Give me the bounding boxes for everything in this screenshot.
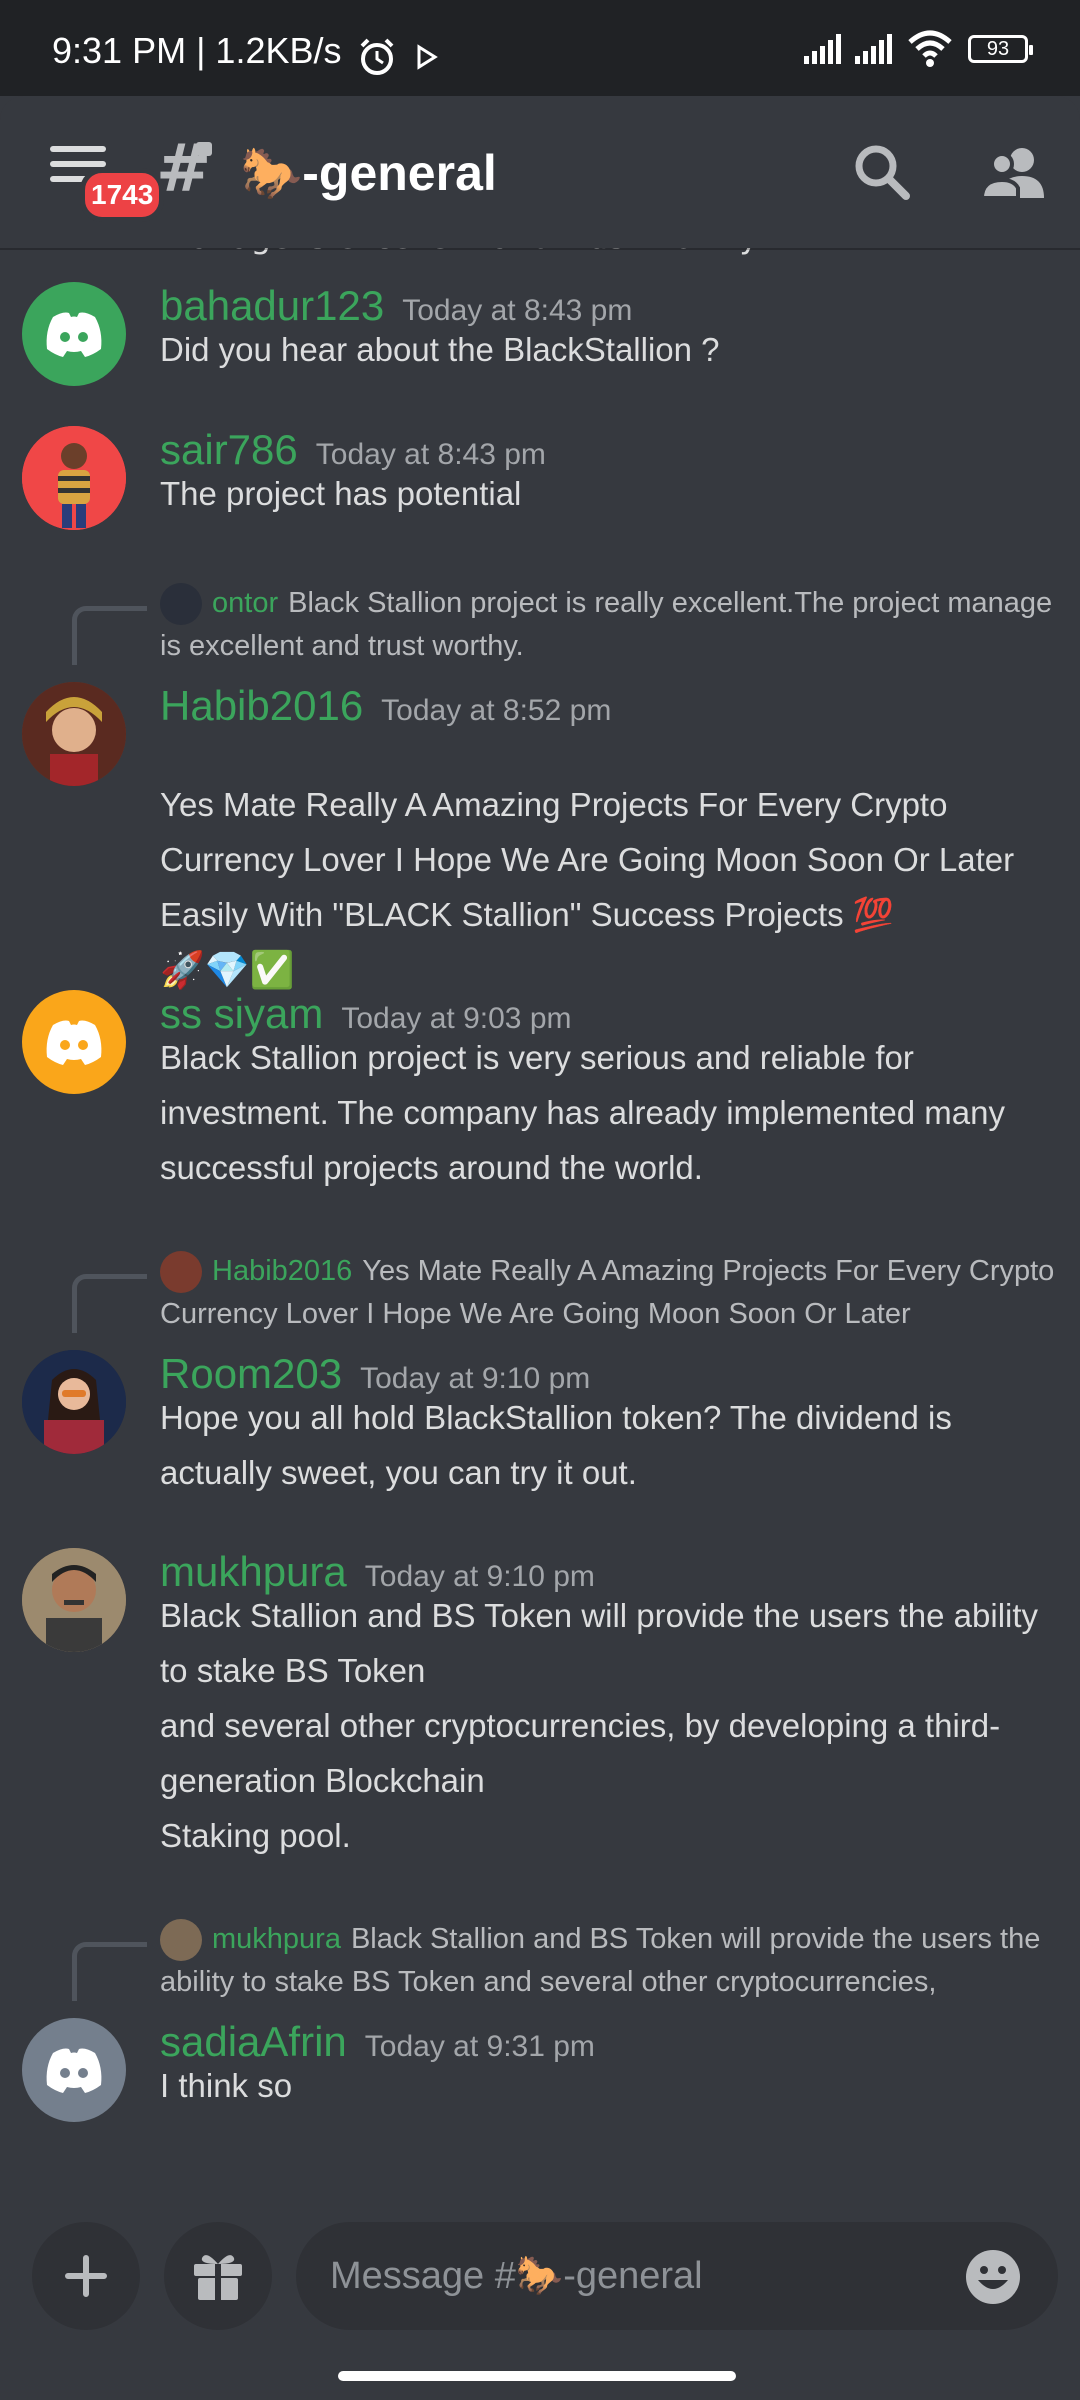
status-right: 93 <box>804 30 1033 68</box>
reply-author[interactable]: Habib2016 <box>212 1255 352 1287</box>
avatar[interactable] <box>22 426 126 530</box>
reply-connector <box>72 1942 147 2001</box>
message-text: Yes Mate Really A Amazing Projects For E… <box>160 786 1015 933</box>
status-time: 9:31 PM | 1.2KB/s <box>52 30 342 71</box>
user-photo-icon <box>22 1548 126 1652</box>
message-content: Hope you all hold BlackStallion token? T… <box>160 1399 952 1491</box>
discord-logo-icon <box>46 1020 102 1065</box>
reply-preview[interactable]: ontor Black Stallion project is really ex… <box>160 582 1060 668</box>
reply-author[interactable]: ontor <box>212 587 278 619</box>
add-attachment-button[interactable] <box>32 2222 140 2330</box>
avatar[interactable] <box>22 990 126 1094</box>
discord-logo-icon <box>46 2048 102 2093</box>
wifi-icon <box>908 30 952 67</box>
previous-message-fragment: manage is excellent and trust worthy. <box>160 248 764 256</box>
menu-icon-bar <box>50 146 106 152</box>
home-indicator[interactable] <box>338 2371 736 2381</box>
avatar[interactable] <box>22 1350 126 1454</box>
discord-logo-icon <box>46 312 102 357</box>
avatar[interactable] <box>22 2018 126 2122</box>
search-icon[interactable] <box>848 138 918 208</box>
message-composer: Message #🐎-general <box>0 2208 1080 2400</box>
message-content: Did you hear about the BlackStallion ? <box>160 331 720 368</box>
channel-header: 1743 # 🐎-general <box>0 96 1080 248</box>
message-list[interactable]: manage is excellent and trust worthy. ba… <box>0 248 1080 2208</box>
reply-avatar <box>160 583 202 626</box>
signal-icon <box>804 34 841 64</box>
emoji-icon[interactable] <box>964 2248 1022 2306</box>
reply-author[interactable]: mukhpura <box>212 1923 341 1955</box>
play-store-icon <box>417 44 438 70</box>
alarm-icon <box>360 38 394 75</box>
plus-icon <box>65 2255 107 2297</box>
members-icon[interactable] <box>978 138 1048 208</box>
reply-connector <box>72 606 147 665</box>
gift-icon <box>194 2255 242 2300</box>
lock-icon <box>196 142 212 156</box>
message-content: The project has potential <box>160 475 522 512</box>
avatar[interactable] <box>22 682 126 786</box>
reply-avatar <box>160 1251 202 1294</box>
status-bar: 9:31 PM | 1.2KB/s 93 <box>0 0 1080 96</box>
gift-button[interactable] <box>164 2222 272 2330</box>
reply-preview[interactable]: mukhpura Black Stallion and BS Token will… <box>160 1918 1060 2004</box>
avatar[interactable] <box>22 1548 126 1652</box>
notification-badge: 1743 <box>80 168 165 222</box>
user-photo-icon <box>22 682 126 786</box>
reply-preview[interactable]: Habib2016 Yes Mate Really A Amazing Proje… <box>160 1250 1060 1336</box>
reply-avatar <box>160 1919 202 1962</box>
channel-title: 🐎-general <box>240 145 497 201</box>
message-content: Black Stallion project is very serious a… <box>160 1039 1005 1186</box>
message-content: I think so <box>160 2067 293 2104</box>
message-input-placeholder: Message #🐎-general <box>330 2255 703 2297</box>
menu-icon-bar <box>50 161 106 167</box>
battery-indicator: 93 <box>968 35 1033 63</box>
avatar[interactable] <box>22 282 126 386</box>
user-photo-icon <box>22 1350 126 1454</box>
message-content: Black Stallion and BS Token will provide… <box>160 1597 1039 1854</box>
signal-icon-2 <box>855 34 892 64</box>
reply-connector <box>72 1274 147 1333</box>
message-input[interactable]: Message #🐎-general <box>296 2222 1058 2330</box>
reply-text: Black Stallion project is really excelle… <box>160 587 1053 663</box>
emoji-row: 🚀💎✅ <box>160 949 295 990</box>
user-photo-icon <box>22 426 126 530</box>
